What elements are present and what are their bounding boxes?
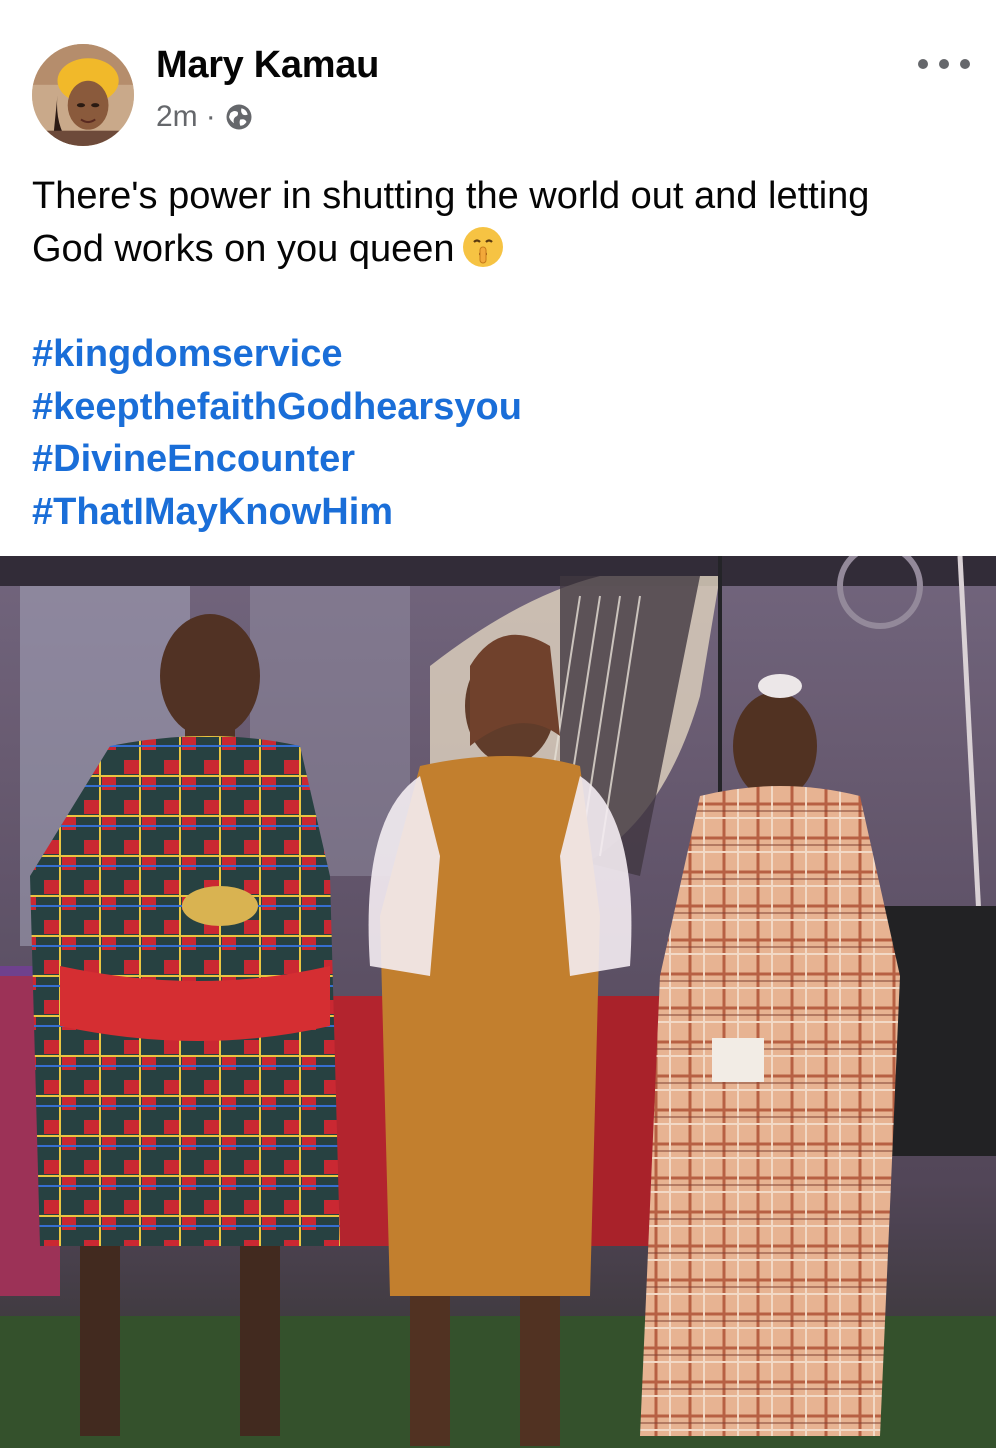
post-time[interactable]: 2m [156, 100, 198, 134]
facebook-post: Mary Kamau 2m · There's power in shuttin… [0, 0, 996, 1448]
hashtag-link[interactable]: #ThatIMayKnowHim [32, 486, 522, 539]
post-text-line-2: God works on you queen [32, 223, 972, 276]
hashtag-link[interactable]: #DivineEncounter [32, 433, 522, 486]
post-text-line-1: There's power in shutting the world out … [32, 175, 870, 217]
hashtag-list: #kingdomservice #keepthefaithGodhearsyou… [32, 328, 522, 538]
hashtag-link[interactable]: #keepthefaithGodhearsyou [32, 381, 522, 434]
meta-separator: · [205, 100, 216, 133]
shushing-face-emoji [461, 225, 505, 269]
author-avatar[interactable] [32, 44, 134, 146]
post-text: There's power in shutting the world out … [32, 170, 972, 276]
post-meta: 2m · [156, 100, 254, 134]
post-photo[interactable] [0, 556, 996, 1448]
author-name[interactable]: Mary Kamau [156, 44, 379, 87]
more-options-button[interactable] [918, 44, 970, 84]
globe-icon[interactable] [224, 102, 254, 132]
more-horizontal-icon [918, 59, 928, 69]
hashtag-link[interactable]: #kingdomservice [32, 328, 522, 381]
